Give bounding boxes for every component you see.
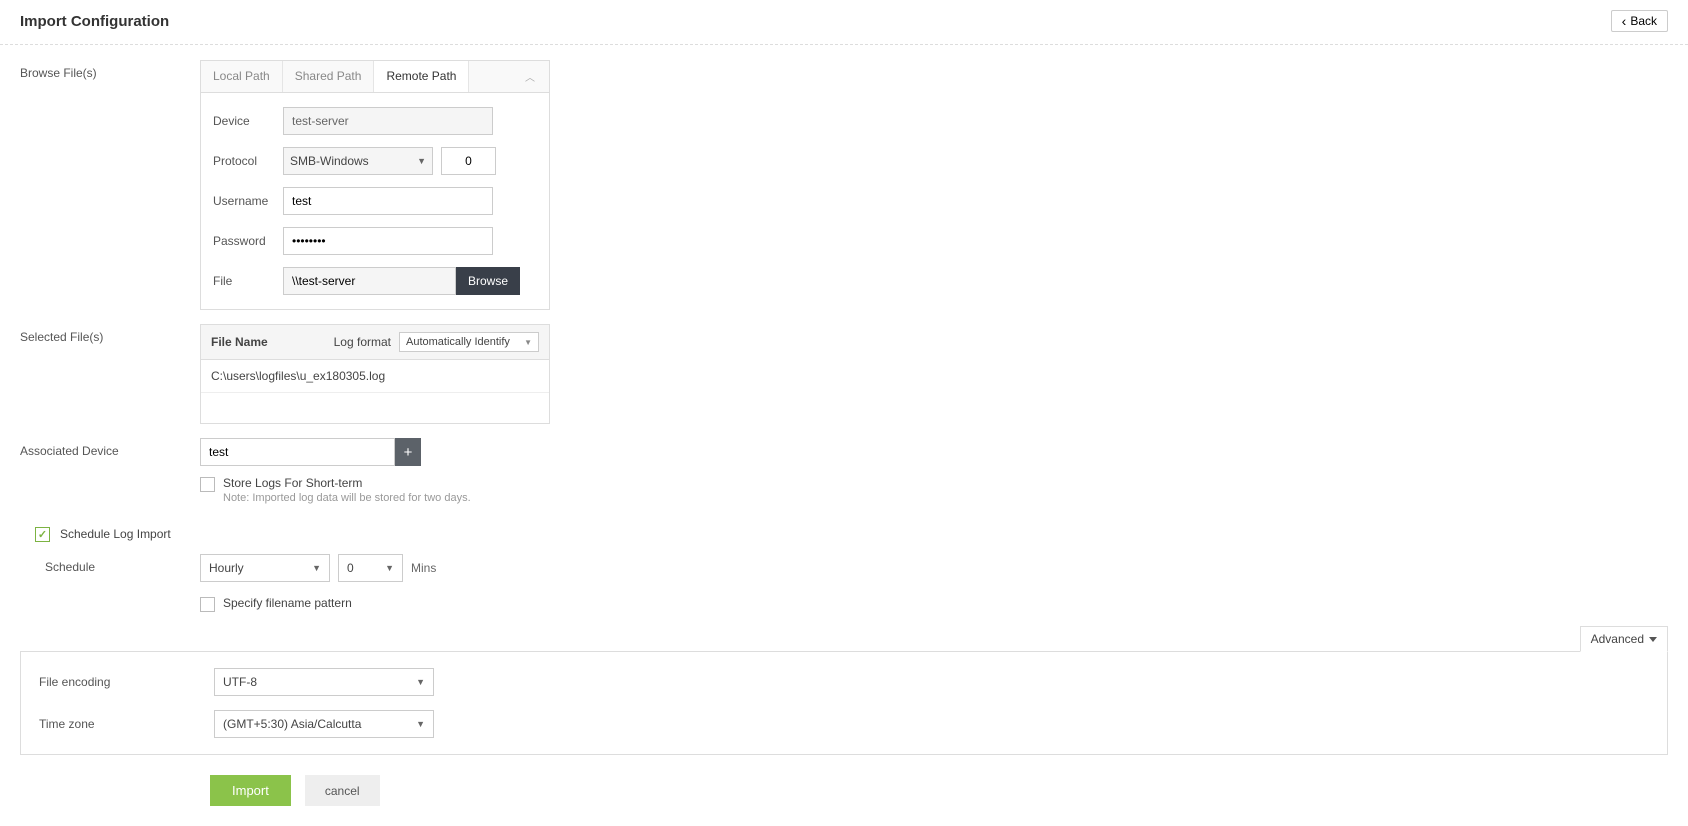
protocol-port-input[interactable] <box>441 147 496 175</box>
tab-local-path[interactable]: Local Path <box>201 61 283 92</box>
collapse-icon[interactable]: ︿ <box>511 61 549 92</box>
chevron-down-icon: ▼ <box>416 677 425 687</box>
device-input[interactable] <box>283 107 493 135</box>
page-title: Import Configuration <box>20 13 169 30</box>
advanced-box: File encoding UTF-8 ▼ Time zone (GMT+5:3… <box>20 651 1668 755</box>
associated-device-label: Associated Device <box>20 438 200 458</box>
username-input[interactable] <box>283 187 493 215</box>
plus-icon: + <box>404 444 413 461</box>
password-input[interactable] <box>283 227 493 255</box>
protocol-label: Protocol <box>213 154 283 168</box>
back-button-label: Back <box>1630 14 1657 28</box>
schedule-log-import-label: Schedule Log Import <box>60 527 171 541</box>
store-logs-label: Store Logs For Short-term <box>223 476 471 490</box>
chevron-down-icon: ▼ <box>385 563 394 573</box>
file-encoding-select[interactable]: UTF-8 ▼ <box>214 668 434 696</box>
associated-device-input[interactable] <box>200 438 395 466</box>
log-format-label: Log format <box>334 335 391 349</box>
browse-files-label: Browse File(s) <box>20 60 200 80</box>
file-label: File <box>213 274 283 288</box>
file-encoding-label: File encoding <box>39 675 214 689</box>
file-path-input[interactable] <box>283 267 456 295</box>
file-encoding-value: UTF-8 <box>223 675 257 689</box>
schedule-minutes-value: 0 <box>347 561 354 575</box>
tab-shared-path[interactable]: Shared Path <box>283 61 375 92</box>
schedule-minutes-select[interactable]: 0 ▼ <box>338 554 403 582</box>
caret-down-icon <box>1649 637 1657 642</box>
advanced-toggle[interactable]: Advanced <box>1580 626 1668 652</box>
selected-file-item: C:\users\logfiles\u_ex180305.log <box>201 360 549 393</box>
schedule-label: Schedule <box>20 554 200 574</box>
add-device-button[interactable]: + <box>395 438 421 466</box>
specify-pattern-checkbox[interactable] <box>200 597 215 612</box>
log-format-select[interactable]: Automatically Identify ▼ <box>399 332 539 352</box>
username-label: Username <box>213 194 283 208</box>
selected-files-label: Selected File(s) <box>20 324 200 344</box>
timezone-label: Time zone <box>39 717 214 731</box>
store-logs-note: Note: Imported log data will be stored f… <box>223 492 471 504</box>
log-format-value: Automatically Identify <box>406 336 510 348</box>
mins-label: Mins <box>411 561 436 575</box>
password-label: Password <box>213 234 283 248</box>
schedule-frequency-value: Hourly <box>209 561 244 575</box>
chevron-down-icon: ▼ <box>417 156 426 166</box>
advanced-label: Advanced <box>1591 632 1644 646</box>
timezone-value: (GMT+5:30) Asia/Calcutta <box>223 717 361 731</box>
selected-files-box: File Name Log format Automatically Ident… <box>200 324 550 424</box>
chevron-left-icon: ‹ <box>1622 14 1627 28</box>
protocol-select[interactable]: SMB-Windows ▼ <box>283 147 433 175</box>
chevron-down-icon: ▼ <box>524 338 532 347</box>
import-button[interactable]: Import <box>210 775 291 806</box>
protocol-value: SMB-Windows <box>290 154 369 168</box>
store-logs-checkbox[interactable] <box>200 477 215 492</box>
browse-button[interactable]: Browse <box>456 267 520 295</box>
device-label: Device <box>213 114 283 128</box>
chevron-down-icon: ▼ <box>312 563 321 573</box>
schedule-log-import-checkbox[interactable] <box>35 527 50 542</box>
browse-files-box: Local Path Shared Path Remote Path ︿ Dev… <box>200 60 550 310</box>
back-button[interactable]: ‹ Back <box>1611 10 1668 32</box>
chevron-down-icon: ▼ <box>416 719 425 729</box>
timezone-select[interactable]: (GMT+5:30) Asia/Calcutta ▼ <box>214 710 434 738</box>
schedule-frequency-select[interactable]: Hourly ▼ <box>200 554 330 582</box>
file-name-header: File Name <box>211 335 334 349</box>
specify-pattern-label: Specify filename pattern <box>223 596 352 610</box>
cancel-button[interactable]: cancel <box>305 775 380 806</box>
tab-remote-path[interactable]: Remote Path <box>374 61 469 92</box>
